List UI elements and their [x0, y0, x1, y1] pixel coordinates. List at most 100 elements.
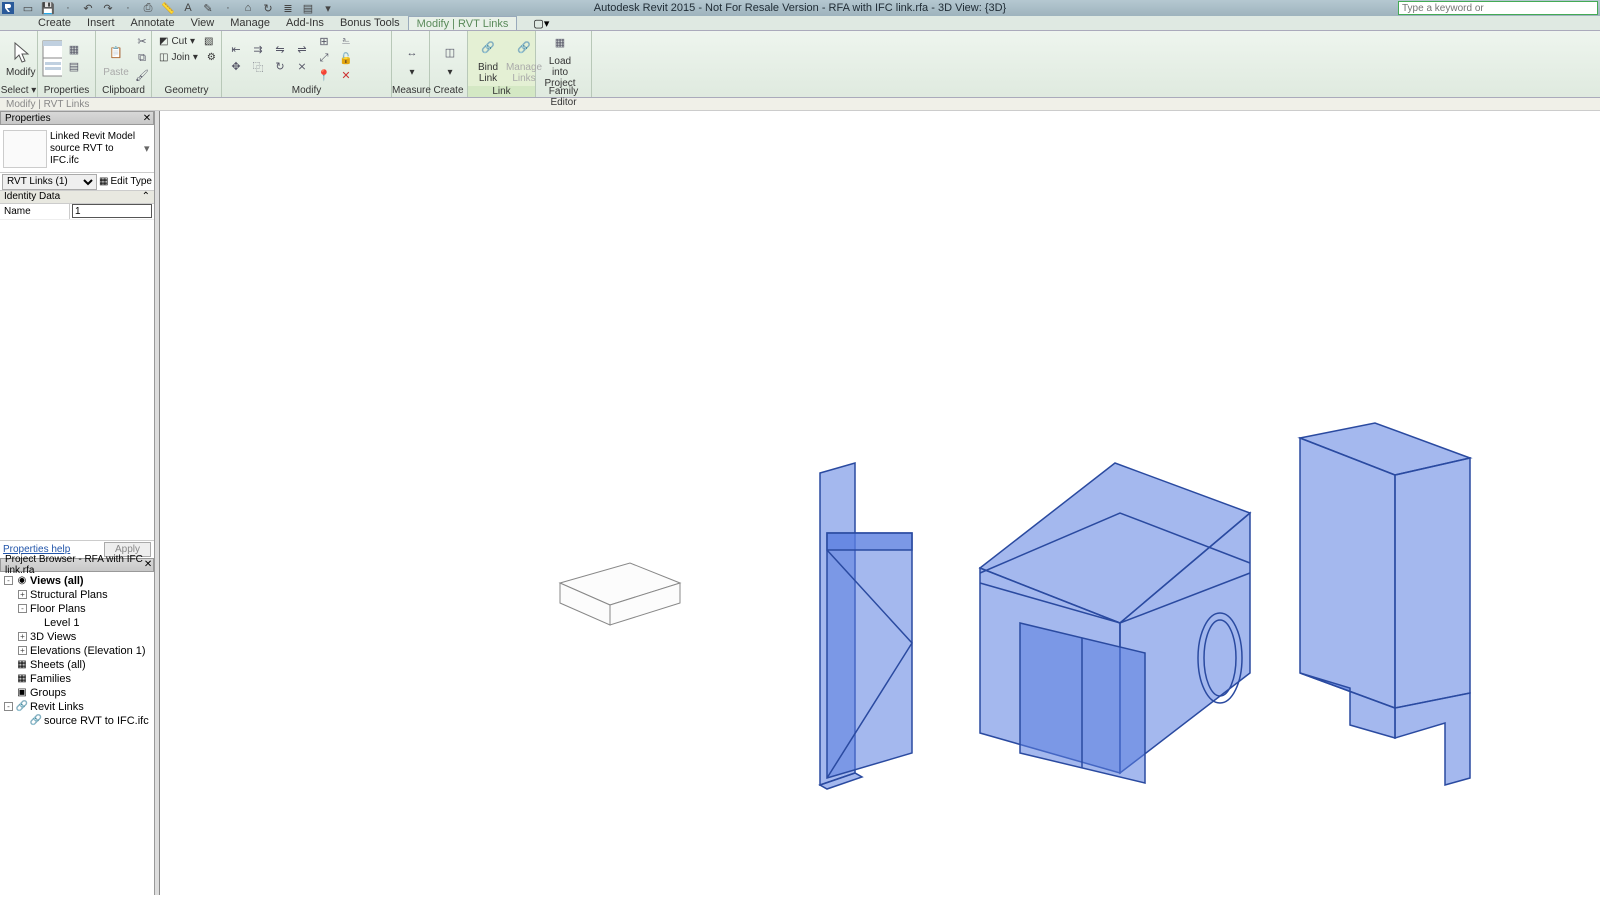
tree-node[interactable]: ▦Families	[0, 672, 154, 686]
tree-node[interactable]: -◉Views (all)	[0, 574, 154, 588]
match-icon[interactable]: 🖌	[132, 67, 152, 83]
mirror-draw-icon[interactable]: ⇌	[292, 42, 312, 58]
modify-button[interactable]: Modify	[4, 37, 37, 80]
sync-icon[interactable]: ↻	[260, 1, 276, 15]
identity-data-header[interactable]: Identity Data⌃	[0, 191, 154, 204]
project-units-icon[interactable]: ▤	[64, 59, 84, 75]
manage-links-icon: 🔗	[510, 34, 538, 62]
paste-button[interactable]: 📋 Paste	[100, 37, 132, 80]
tab-create[interactable]: Create	[30, 16, 79, 30]
open-icon[interactable]: ▭	[20, 1, 36, 15]
properties-header[interactable]: Properties ✕	[0, 111, 154, 125]
type-props-icon[interactable]: ▦	[64, 42, 84, 58]
type-selector[interactable]: Linked Revit Model source RVT to IFC.ifc…	[0, 125, 154, 173]
join-geometry-icon: ◫	[159, 52, 168, 63]
expand-icon[interactable]: +	[18, 646, 27, 655]
project-browser-header[interactable]: Project Browser - RFA with IFC link.rfa …	[0, 558, 154, 572]
unselected-slab[interactable]	[560, 563, 680, 625]
tree-node[interactable]: +Elevations (Elevation 1)	[0, 644, 154, 658]
node-label: Views (all)	[30, 575, 84, 587]
tab-bonus-tools[interactable]: Bonus Tools	[332, 16, 408, 30]
undo-icon[interactable]: ↶	[80, 1, 96, 15]
chevron-down-icon[interactable]: ▾	[144, 142, 154, 155]
close-icon[interactable]: ✕	[143, 559, 153, 570]
switch-icon[interactable]: ▤	[300, 1, 316, 15]
tree-node[interactable]: -🔗Revit Links	[0, 700, 154, 714]
delete-icon[interactable]: ✕	[336, 67, 356, 83]
family-types-icon[interactable]	[42, 59, 62, 75]
close-icon[interactable]: ✕	[141, 113, 153, 124]
tab-addins[interactable]: Add-Ins	[278, 16, 332, 30]
mirror-axis-icon[interactable]: ⇋	[270, 42, 290, 58]
create-button[interactable]: ◫▾	[434, 37, 466, 80]
unpin-icon[interactable]: 🔓	[336, 50, 356, 66]
tab-manage[interactable]: Manage	[222, 16, 278, 30]
expand-icon[interactable]: +	[18, 590, 27, 599]
scale-icon[interactable]: ⤢	[314, 50, 334, 66]
node-icon: ◉	[16, 575, 28, 587]
selected-link-panel-right[interactable]	[1300, 423, 1470, 785]
filter-row: RVT Links (1) ▦Edit Type	[0, 173, 154, 191]
offset-icon[interactable]: ⇉	[248, 42, 268, 58]
name-input[interactable]	[72, 204, 152, 218]
app-icon[interactable]	[0, 0, 16, 16]
selected-link-house[interactable]	[980, 463, 1250, 783]
text-icon[interactable]: A	[180, 1, 196, 15]
expand-icon[interactable]: -	[4, 702, 13, 711]
edit-type-button[interactable]: ▦Edit Type	[99, 176, 152, 187]
viewport-3d[interactable]	[159, 111, 1600, 895]
move-icon[interactable]: ✥	[226, 59, 246, 75]
cope-icon[interactable]: ▧	[204, 36, 213, 47]
tree-node[interactable]: ▣Groups	[0, 686, 154, 700]
join-geometry-button[interactable]: ◫Join▾⚙	[156, 49, 219, 65]
wall-join-icon[interactable]: ⚙	[207, 52, 216, 63]
tab-annotate[interactable]: Annotate	[123, 16, 183, 30]
measure-icon[interactable]: 📏	[160, 1, 176, 15]
close-icon[interactable]: ▾	[320, 1, 336, 15]
cursor-icon	[7, 39, 35, 67]
selected-link-panel-left[interactable]	[820, 463, 912, 789]
copy-icon[interactable]: ⧉	[132, 50, 152, 66]
ribbon: Modify Select ▾ ▦ ▤ Properties 📋 Paste ✂	[0, 31, 1600, 98]
measure-button[interactable]: ↔▾	[396, 37, 428, 80]
cut-geometry-button[interactable]: ◩Cut▾▧	[156, 33, 217, 49]
instance-filter-select[interactable]: RVT Links (1)	[2, 174, 97, 190]
pin-icon[interactable]: 📍	[314, 67, 334, 83]
bind-link-button[interactable]: 🔗 Bind Link	[472, 32, 504, 86]
node-label: Families	[30, 673, 71, 685]
sep: ·	[220, 1, 236, 15]
node-icon: ▣	[16, 687, 28, 699]
tree-node[interactable]: +Structural Plans	[0, 588, 154, 602]
create-similar-icon: ◫	[436, 39, 464, 67]
tree-node[interactable]: Level 1	[0, 616, 154, 630]
properties-icon[interactable]	[42, 42, 62, 58]
expand-icon[interactable]: -	[4, 576, 13, 585]
sep: ·	[60, 1, 76, 15]
project-browser-tree[interactable]: -◉Views (all)+Structural Plans-Floor Pla…	[0, 572, 154, 896]
save-icon[interactable]: 💾	[40, 1, 56, 15]
tree-node[interactable]: 🔗source RVT to IFC.ifc	[0, 714, 154, 728]
tab-insert[interactable]: Insert	[79, 16, 123, 30]
expand-icon[interactable]: +	[18, 632, 27, 641]
tab-modify-rvt-links[interactable]: Modify | RVT Links	[408, 16, 518, 30]
list-icon[interactable]: ≣	[280, 1, 296, 15]
paste-icon: 📋	[102, 39, 130, 67]
search-input[interactable]	[1398, 1, 1598, 15]
rotate-icon[interactable]: ↻	[270, 59, 290, 75]
print-icon[interactable]: ⎙	[140, 1, 156, 15]
cut-icon[interactable]: ✂	[132, 33, 152, 49]
expand-icon[interactable]: -	[18, 604, 27, 613]
tab-view[interactable]: View	[183, 16, 223, 30]
3d-icon[interactable]: ⌂	[240, 1, 256, 15]
tree-node[interactable]: ▦Sheets (all)	[0, 658, 154, 672]
redo-icon[interactable]: ↷	[100, 1, 116, 15]
load-into-project-button[interactable]: ▦ Load into Project	[540, 26, 580, 91]
split-icon[interactable]: ⎁	[336, 33, 356, 49]
tree-node[interactable]: +3D Views	[0, 630, 154, 644]
trim-icon[interactable]: ⨯	[292, 59, 312, 75]
tree-node[interactable]: -Floor Plans	[0, 602, 154, 616]
align-icon[interactable]: ⇤	[226, 42, 246, 58]
section-icon[interactable]: ✎	[200, 1, 216, 15]
copy-mod-icon[interactable]: ⿻	[248, 59, 268, 75]
array-icon[interactable]: ⊞	[314, 33, 334, 49]
